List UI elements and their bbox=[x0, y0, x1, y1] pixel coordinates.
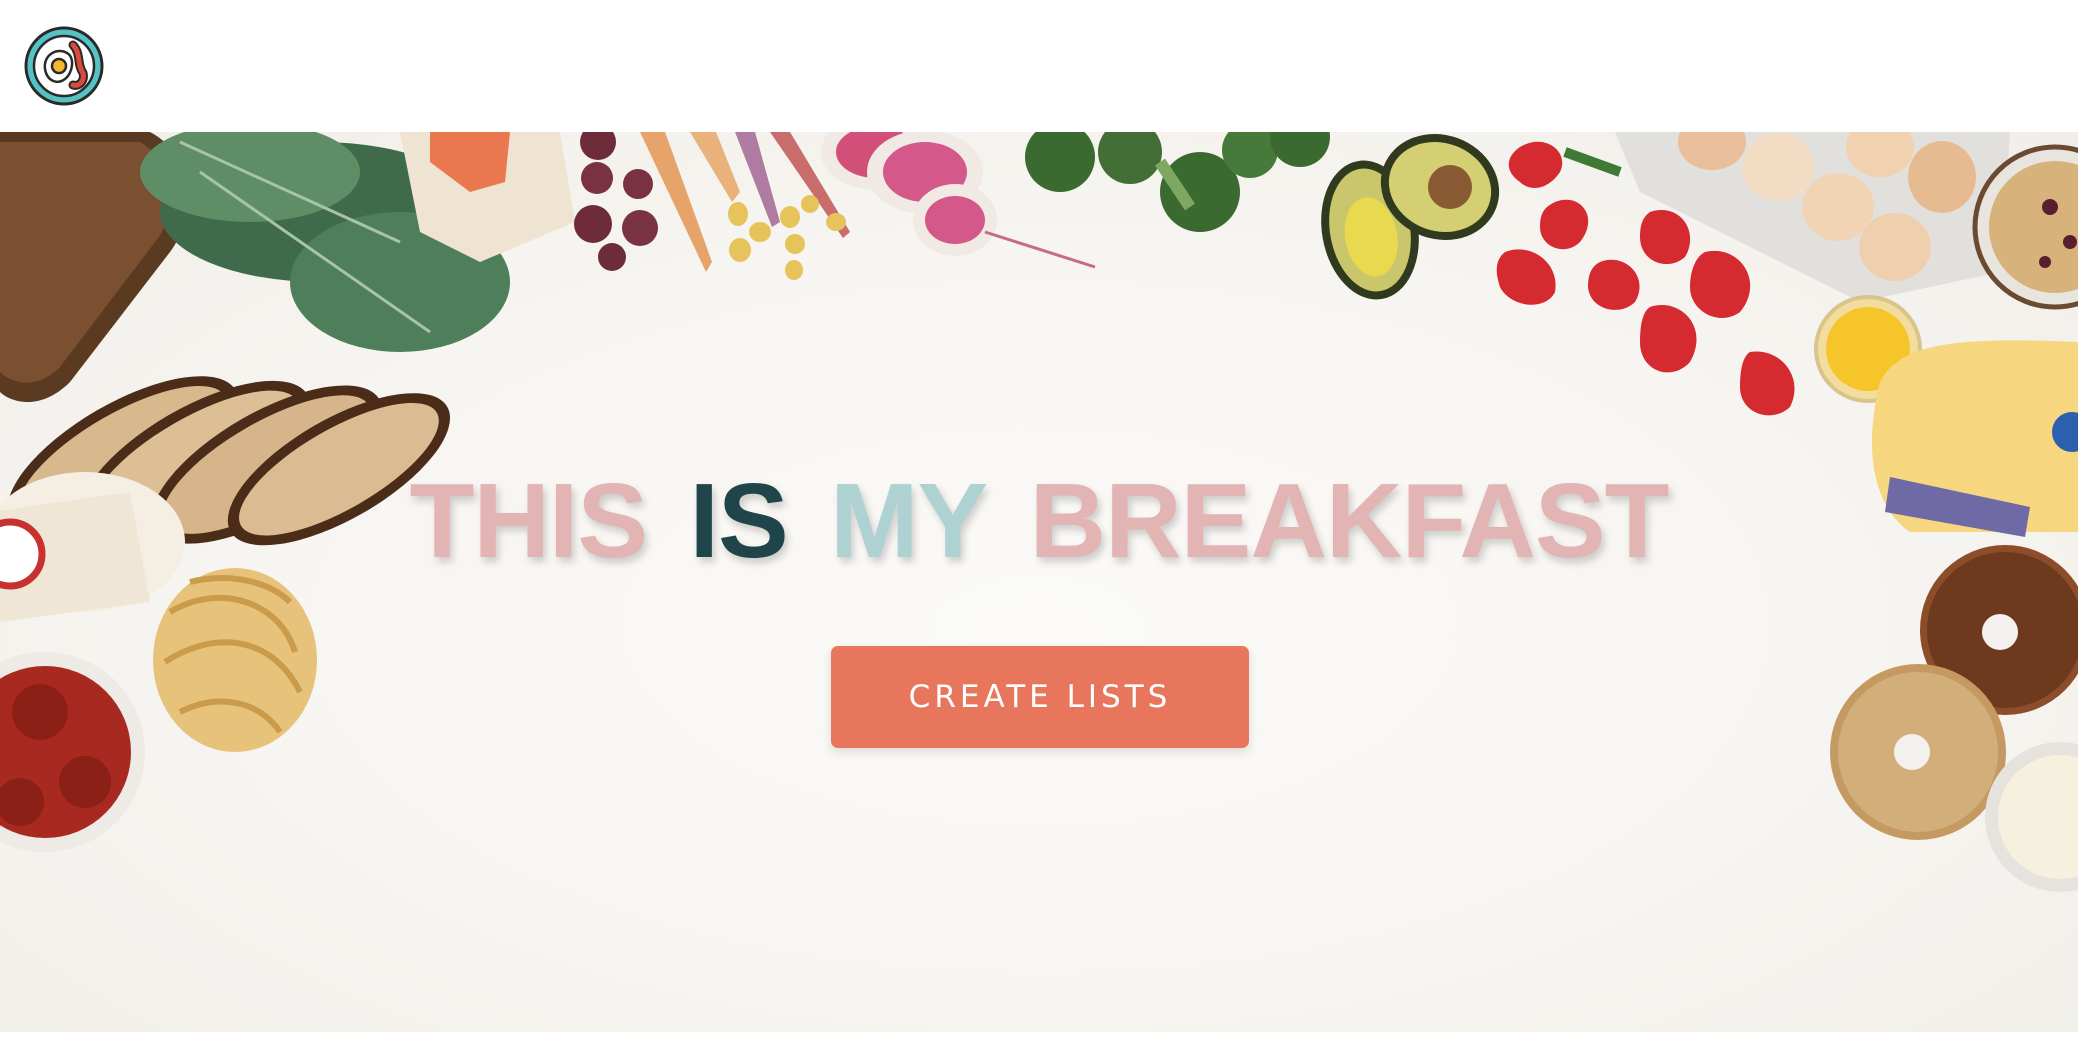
page-headline: THIS IS MY BREAKFAST bbox=[0, 468, 2078, 574]
headline-word-is: IS bbox=[689, 462, 789, 580]
footer-strip bbox=[0, 1032, 2078, 1040]
headline-word-this: THIS bbox=[409, 462, 648, 580]
fried-egg-bacon-logo-icon[interactable] bbox=[23, 25, 105, 107]
headline-word-breakfast: BREAKFAST bbox=[1029, 462, 1670, 580]
avocado bbox=[1321, 134, 1500, 300]
hero-section: THIS IS MY BREAKFAST CREATE LISTS bbox=[0, 132, 2078, 1032]
beets bbox=[574, 132, 658, 271]
meatballs-in-sauce bbox=[0, 652, 145, 852]
tagliatelle-nest bbox=[153, 568, 317, 752]
create-lists-button[interactable]: CREATE LISTS bbox=[831, 646, 1249, 748]
top-navbar bbox=[0, 0, 2078, 132]
headline-word-my: MY bbox=[830, 462, 988, 580]
broccoli bbox=[1025, 132, 1330, 232]
breakfast-food-background bbox=[0, 132, 2078, 892]
